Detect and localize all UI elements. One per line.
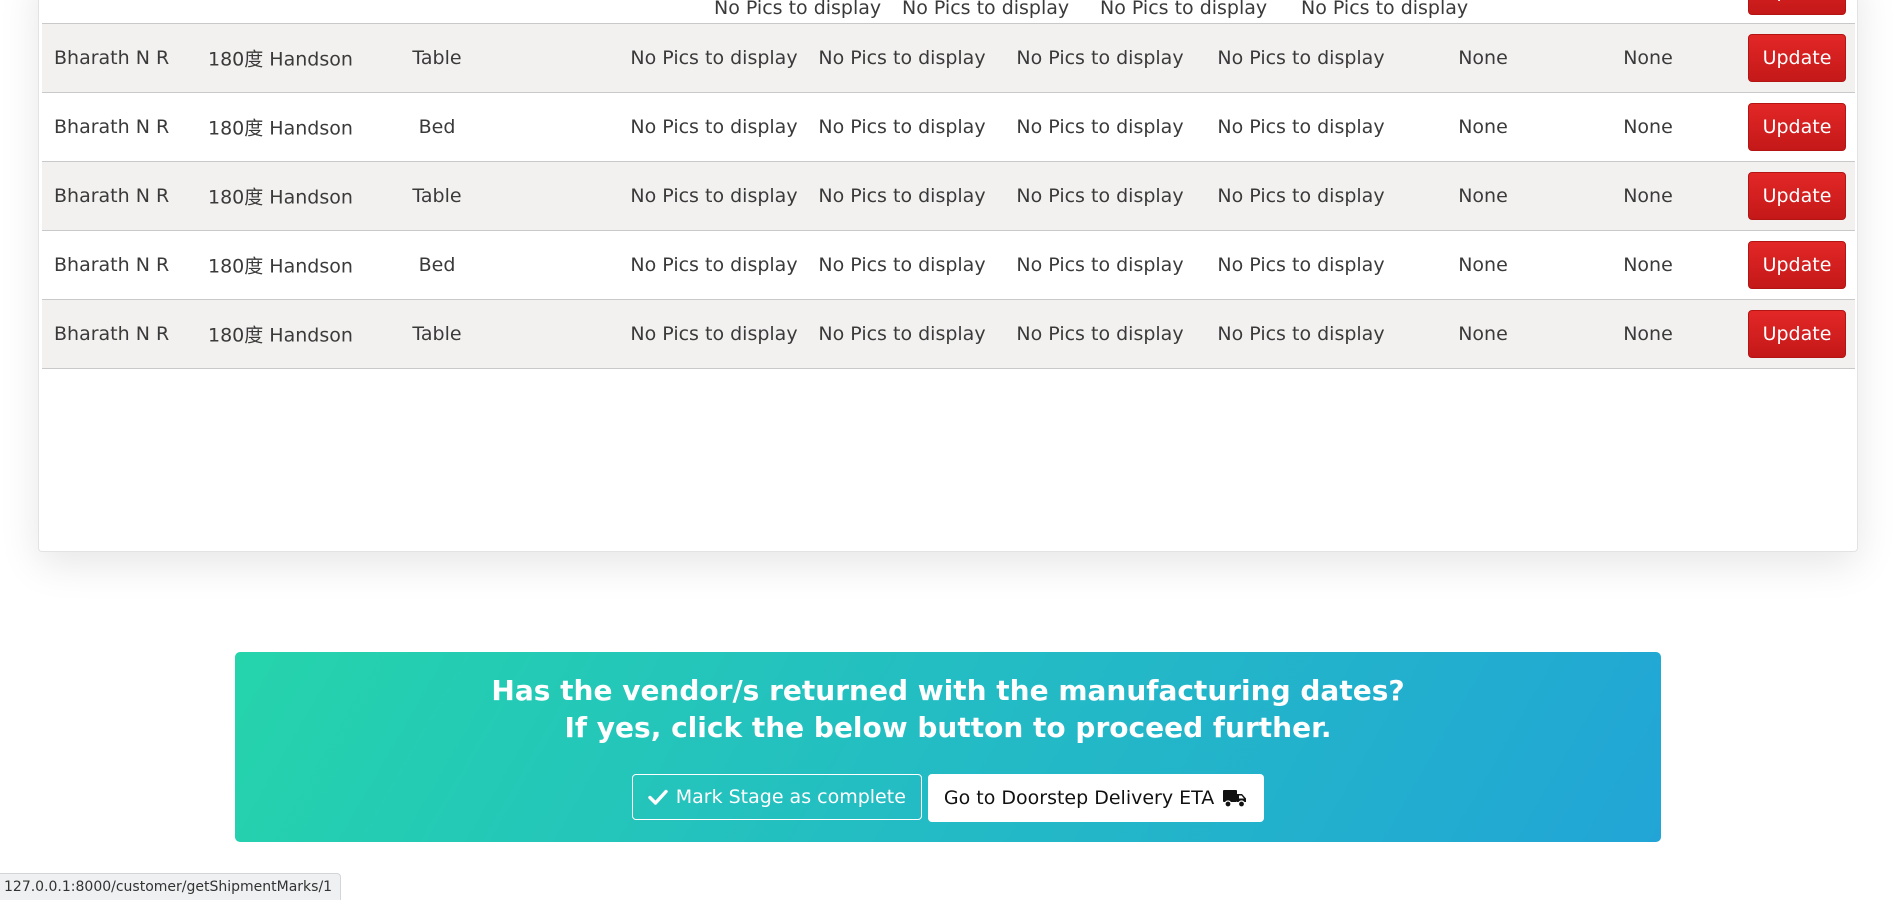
value-cell: None <box>1623 47 1673 69</box>
value-cell: None <box>1623 116 1673 138</box>
stage-complete-banner: Has the vendor/s returned with the manuf… <box>235 652 1661 842</box>
pics-cell: No Pics to display <box>1301 0 1469 19</box>
value-cell: None <box>1458 254 1508 276</box>
person-cell: Bharath N R <box>54 323 170 345</box>
table-row-partial: No Pics to display No Pics to display No… <box>42 0 1855 24</box>
banner-question: Has the vendor/s returned with the manuf… <box>235 672 1661 746</box>
truck-icon <box>1223 790 1247 808</box>
pics-cell: No Pics to display <box>630 185 798 207</box>
check-icon <box>648 789 668 805</box>
pics-cell: No Pics to display <box>630 254 798 276</box>
update-button[interactable]: Update <box>1748 172 1846 220</box>
pics-cell: No Pics to display <box>1217 185 1385 207</box>
pics-cell: No Pics to display <box>1016 185 1184 207</box>
person-cell: Bharath N R <box>54 116 170 138</box>
status-bar-url: 127.0.0.1:8000/customer/getShipmentMarks… <box>0 873 342 900</box>
value-cell: None <box>1623 323 1673 345</box>
pics-cell: No Pics to display <box>630 47 798 69</box>
pics-cell: No Pics to display <box>902 0 1070 19</box>
value-cell: None <box>1623 185 1673 207</box>
pics-cell: No Pics to display <box>818 116 986 138</box>
vendor-cell: 180度 Handson <box>208 48 353 71</box>
table-row: Bharath N R 180度 Handson Bed No Pics to … <box>42 93 1855 162</box>
pics-cell: No Pics to display <box>818 47 986 69</box>
banner-question-line2: If yes, click the below button to procee… <box>564 711 1332 744</box>
doorstep-delivery-eta-button[interactable]: Go to Doorstep Delivery ETA <box>927 774 1265 822</box>
value-cell: None <box>1458 116 1508 138</box>
vendor-cell: 180度 Handson <box>208 117 353 140</box>
person-cell: Bharath N R <box>54 185 170 207</box>
item-cell: Bed <box>418 254 456 276</box>
pics-cell: No Pics to display <box>818 323 986 345</box>
pics-cell: No Pics to display <box>1217 323 1385 345</box>
pics-cell: No Pics to display <box>1016 116 1184 138</box>
pics-cell: No Pics to display <box>1016 323 1184 345</box>
pics-cell: No Pics to display <box>1217 47 1385 69</box>
pics-cell: No Pics to display <box>818 185 986 207</box>
item-cell: Table <box>412 323 462 345</box>
banner-actions: Mark Stage as complete Go to Doorstep De… <box>235 774 1661 822</box>
mark-stage-complete-button[interactable]: Mark Stage as complete <box>631 774 922 820</box>
vendor-cell: 180度 Handson <box>208 186 353 209</box>
person-cell: Bharath N R <box>54 47 170 69</box>
item-cell: Table <box>412 47 462 69</box>
banner-question-line1: Has the vendor/s returned with the manuf… <box>491 674 1405 707</box>
shipment-table-card: No Pics to display No Pics to display No… <box>38 0 1858 552</box>
table-row: Bharath N R 180度 Handson Bed No Pics to … <box>42 231 1855 300</box>
mark-stage-complete-label: Mark Stage as complete <box>675 786 906 808</box>
item-cell: Bed <box>418 116 456 138</box>
table-row: Bharath N R 180度 Handson Table No Pics t… <box>42 300 1855 369</box>
vendor-cell: 180度 Handson <box>208 255 353 278</box>
update-button[interactable]: Update <box>1748 0 1846 15</box>
pics-cell: No Pics to display <box>1100 0 1268 19</box>
person-cell: Bharath N R <box>54 254 170 276</box>
item-cell: Table <box>412 185 462 207</box>
table-row: Bharath N R 180度 Handson Table No Pics t… <box>42 24 1855 93</box>
doorstep-delivery-eta-label: Go to Doorstep Delivery ETA <box>943 787 1215 809</box>
update-button[interactable]: Update <box>1748 241 1846 289</box>
value-cell: None <box>1623 254 1673 276</box>
pics-cell: No Pics to display <box>630 323 798 345</box>
vendor-cell: 180度 Handson <box>208 324 353 347</box>
shipment-table: No Pics to display No Pics to display No… <box>42 0 1855 369</box>
pics-cell: No Pics to display <box>1016 254 1184 276</box>
update-button[interactable]: Update <box>1748 103 1846 151</box>
table-row: Bharath N R 180度 Handson Table No Pics t… <box>42 162 1855 231</box>
value-cell: None <box>1458 323 1508 345</box>
value-cell: None <box>1458 185 1508 207</box>
update-button[interactable]: Update <box>1748 310 1846 358</box>
pics-cell: No Pics to display <box>630 116 798 138</box>
pics-cell: No Pics to display <box>1016 47 1184 69</box>
value-cell: None <box>1458 47 1508 69</box>
pics-cell: No Pics to display <box>1217 116 1385 138</box>
pics-cell: No Pics to display <box>818 254 986 276</box>
pics-cell: No Pics to display <box>1217 254 1385 276</box>
update-button[interactable]: Update <box>1748 34 1846 82</box>
pics-cell: No Pics to display <box>714 0 882 19</box>
